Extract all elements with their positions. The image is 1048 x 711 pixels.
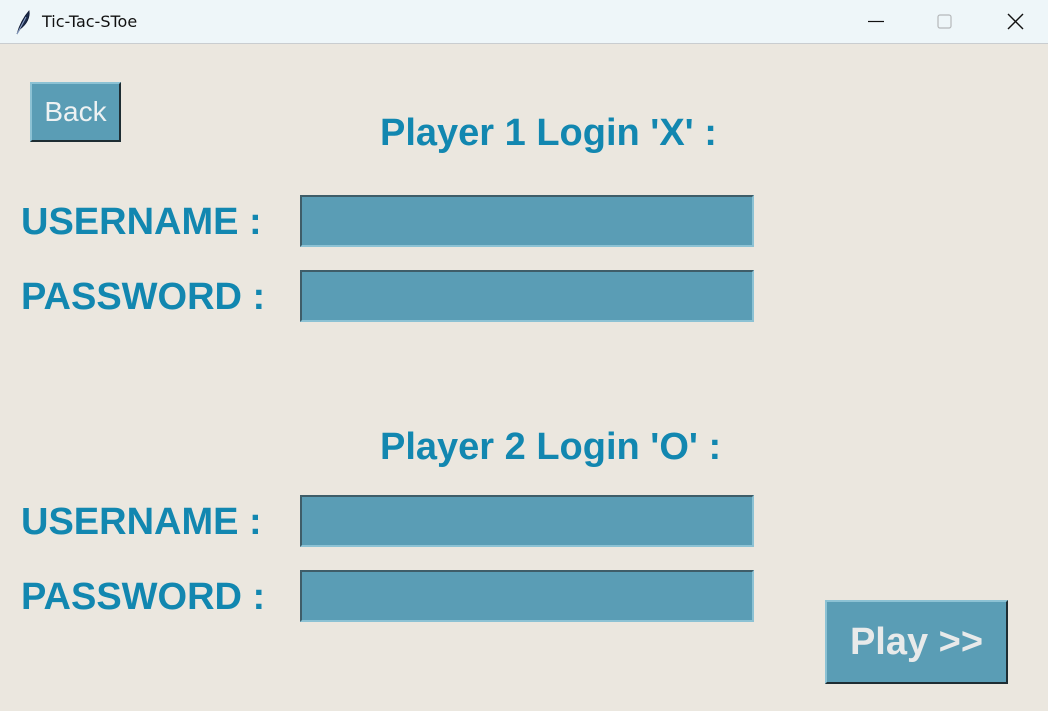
play-button[interactable]: Play >> — [825, 600, 1008, 684]
maximize-icon — [937, 14, 952, 29]
minimize-icon — [868, 20, 884, 23]
title-bar[interactable]: Tic-Tac-SToe — [0, 0, 1048, 44]
player2-username-input[interactable] — [300, 495, 754, 547]
player1-username-input[interactable] — [300, 195, 754, 247]
player1-heading: Player 1 Login 'X' : — [380, 112, 717, 154]
player1-password-input[interactable] — [300, 270, 754, 322]
close-icon — [1007, 13, 1024, 30]
minimize-button[interactable] — [846, 0, 906, 44]
player2-password-label: PASSWORD : — [21, 576, 266, 618]
player1-username-label: USERNAME : — [21, 201, 262, 243]
player2-password-input[interactable] — [300, 570, 754, 622]
feather-icon — [14, 9, 32, 35]
player2-heading: Player 2 Login 'O' : — [380, 426, 722, 468]
window-title: Tic-Tac-SToe — [42, 12, 138, 31]
player2-username-label: USERNAME : — [21, 501, 262, 543]
app-window: Tic-Tac-SToe Back Player 1 Login 'X' : U… — [0, 0, 1048, 711]
close-button[interactable] — [986, 0, 1046, 44]
back-button[interactable]: Back — [30, 82, 121, 142]
player1-password-label: PASSWORD : — [21, 276, 266, 318]
maximize-button[interactable] — [914, 0, 974, 44]
